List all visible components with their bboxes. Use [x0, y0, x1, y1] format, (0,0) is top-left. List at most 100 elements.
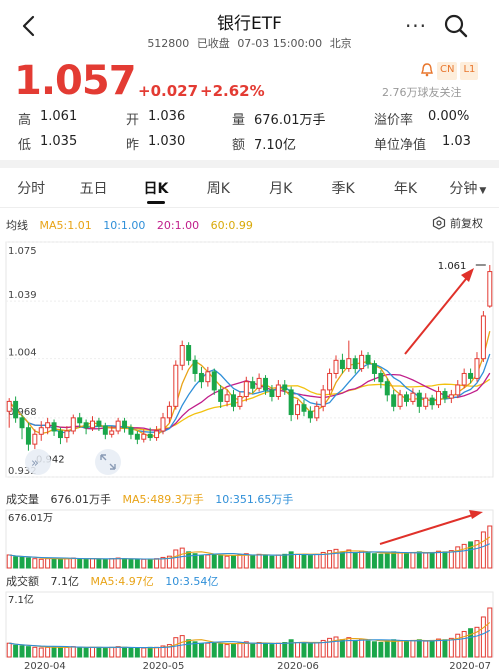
candle — [378, 372, 384, 383]
x-tick-label: 2020-07 — [449, 661, 491, 671]
volume-bar — [423, 640, 429, 658]
candle — [256, 377, 262, 389]
volume-bar — [436, 550, 442, 569]
volume-bar — [96, 558, 102, 569]
volume-bar — [83, 558, 89, 569]
candle — [461, 372, 467, 386]
candle — [83, 422, 89, 429]
restore-adjust-button[interactable]: 前复权 — [432, 215, 483, 231]
volume-bar — [371, 553, 377, 569]
volume-bar — [307, 643, 313, 658]
tab-weekly-k[interactable]: 周K — [187, 170, 249, 207]
volume-bar — [269, 555, 275, 569]
volume-bar — [237, 642, 243, 658]
volume-bar — [436, 638, 442, 658]
tab-daily-k[interactable]: 日K — [125, 170, 187, 207]
volume-bar — [384, 640, 390, 658]
volume-bar — [352, 639, 358, 658]
volume-bar — [38, 558, 44, 569]
candle — [224, 394, 230, 402]
quote-tags: CN L1 — [420, 62, 479, 80]
candle — [314, 405, 320, 419]
volume-bar — [70, 557, 76, 569]
tab-quarterly-k[interactable]: 季K — [312, 170, 374, 207]
volume-bar — [115, 557, 121, 569]
stat-high: 1.061 — [40, 109, 78, 124]
volume-ma10: 10:351.65万手 — [215, 493, 294, 506]
candle — [128, 427, 134, 435]
volume-bar — [64, 558, 70, 569]
volume-legend: 成交量 676.01万手 MA5:489.3万手 10:351.65万手 — [6, 491, 301, 507]
candle — [365, 354, 371, 365]
settings-hex-icon — [432, 216, 446, 230]
volume-bar — [230, 643, 236, 658]
volume-bar — [250, 642, 256, 658]
volume-bar — [230, 555, 236, 569]
volume-bar — [218, 643, 224, 658]
volume-bar — [109, 646, 115, 658]
caret-down-icon: ▼ — [479, 186, 487, 196]
volume-bar — [410, 639, 416, 658]
candle — [77, 417, 83, 424]
volume-bar — [275, 554, 281, 569]
volume-bar — [339, 639, 345, 658]
candle — [64, 430, 70, 439]
volume-bar — [263, 555, 269, 569]
volume-bar — [6, 554, 12, 569]
tab-intraday[interactable]: 分时 — [0, 170, 62, 207]
volume-bar — [442, 551, 448, 569]
volume-bar — [70, 646, 76, 658]
volume-bar — [416, 551, 422, 569]
amount-chart[interactable]: 7.1亿 2020-04 2020-05 2020-06 2020-07 — [0, 590, 499, 671]
volume-bar — [198, 555, 204, 569]
expand-icon[interactable] — [95, 449, 121, 475]
volume-bar — [269, 644, 275, 658]
volume-bar — [391, 551, 397, 569]
volume-bar — [224, 555, 230, 569]
section-divider — [0, 160, 499, 168]
candle — [109, 430, 115, 435]
candle — [429, 397, 435, 406]
volume-bar — [282, 553, 288, 569]
tab-yearly-k[interactable]: 年K — [374, 170, 436, 207]
volume-bar — [141, 647, 147, 658]
candle — [192, 359, 198, 374]
candle — [359, 354, 365, 370]
candle — [480, 315, 486, 360]
volume-bar — [429, 639, 435, 658]
candle — [70, 417, 76, 432]
more-button[interactable]: ··· — [402, 14, 430, 38]
volume-bar — [45, 646, 51, 658]
collapse-button[interactable]: » — [25, 449, 51, 475]
followers-count[interactable]: 2.76万球友关注 — [382, 84, 462, 100]
volume-bar — [429, 551, 435, 569]
amount-ma5: MA5:4.97亿 — [90, 575, 154, 588]
volume-chart[interactable]: 676.01万 — [0, 508, 499, 570]
ma10-value: 10:1.00 — [103, 219, 146, 232]
candle — [45, 422, 51, 429]
candle — [51, 422, 57, 432]
volume-bar — [122, 646, 128, 658]
tab-five-day[interactable]: 五日 — [62, 170, 124, 207]
search-button[interactable] — [442, 12, 470, 40]
tab-minute[interactable]: 分钟 ▼ — [437, 170, 499, 207]
stat-premium: 0.00% — [428, 109, 470, 124]
bell-icon[interactable] — [420, 62, 434, 78]
candle — [474, 358, 480, 379]
candle — [211, 371, 217, 391]
candle — [160, 417, 166, 432]
volume-bar — [295, 642, 301, 658]
volume-bar — [461, 630, 467, 658]
candle — [295, 404, 301, 416]
trend-arrow-head — [469, 510, 483, 519]
stat-volume: 676.01万手 — [254, 113, 326, 128]
candle — [186, 345, 192, 361]
candlestick-chart[interactable]: 1.0751.0391.0040.9680.9321.0610.942» — [0, 232, 499, 487]
candle — [487, 271, 493, 307]
amount-ma10: 10:3.54亿 — [165, 575, 219, 588]
stat-premium-label: 溢价率 — [374, 113, 414, 128]
candle — [371, 363, 377, 374]
stat-open: 1.036 — [148, 109, 186, 124]
tab-monthly-k[interactable]: 月K — [250, 170, 312, 207]
candle — [147, 433, 153, 439]
